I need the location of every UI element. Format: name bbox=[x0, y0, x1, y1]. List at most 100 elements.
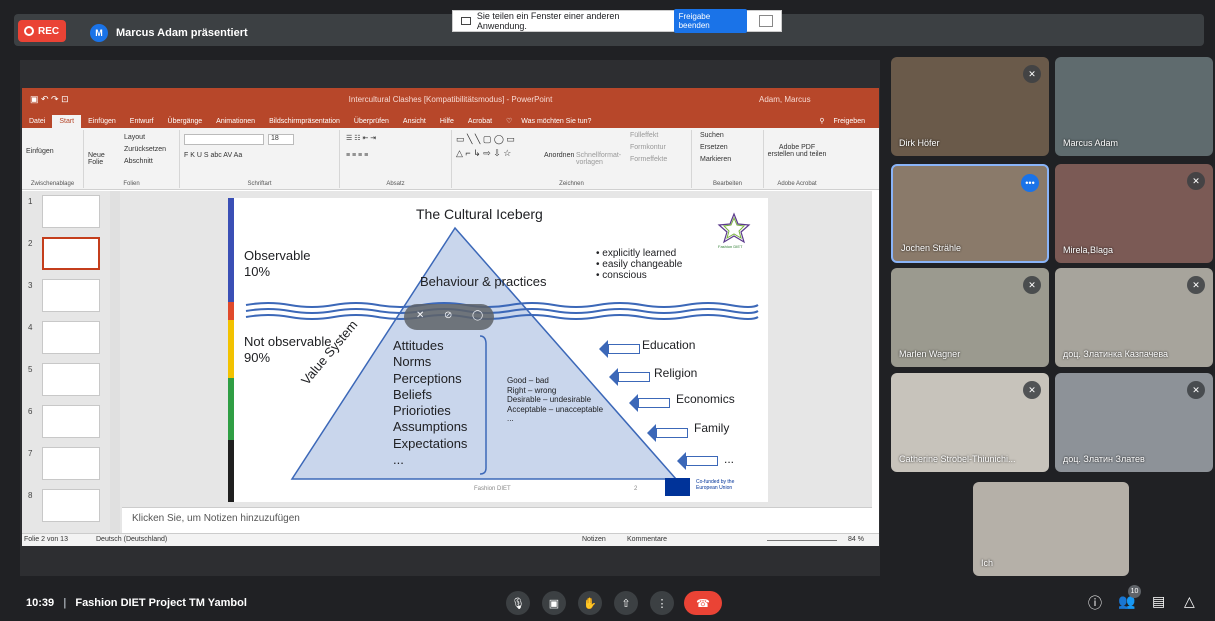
logo-text: Fashion DIET bbox=[718, 244, 743, 249]
participant-tile-active[interactable]: ••• Jochen Strähle bbox=[891, 164, 1049, 263]
minimize-button[interactable] bbox=[759, 15, 774, 27]
quick-styles-button[interactable]: Schnellformat-vorlagen bbox=[576, 152, 621, 166]
group-editing: Suchen Ersetzen Markieren Bearbeiten bbox=[692, 130, 764, 188]
quick-access-toolbar[interactable]: ▣ ↶ ↷ ⊡ bbox=[22, 94, 142, 105]
zoom-level[interactable]: 84 % bbox=[848, 536, 864, 543]
tab-bildschirmpraesentation[interactable]: Bildschirmpräsentation bbox=[262, 115, 347, 128]
camera-button[interactable]: ▣ bbox=[542, 591, 566, 615]
tab-entwurf[interactable]: Entwurf bbox=[123, 115, 161, 128]
tab-ansicht[interactable]: Ansicht bbox=[396, 115, 433, 128]
font-format-buttons[interactable]: F K U S abc AV Aa bbox=[184, 152, 242, 159]
shape-effects-button[interactable]: Formeffekte bbox=[630, 156, 667, 163]
comments-button[interactable]: Kommentare bbox=[627, 536, 667, 543]
shape-outline-button[interactable]: Formkontur bbox=[630, 144, 666, 151]
participant-tile[interactable]: ✕ Marlen Wagner bbox=[891, 268, 1049, 367]
select-button[interactable]: Markieren bbox=[700, 156, 731, 163]
group-acrobat: Adobe PDF erstellen und teilen Adobe Acr… bbox=[766, 144, 828, 187]
stop-sharing-button[interactable]: Freigabe beenden bbox=[673, 9, 748, 33]
slide-thumbnail[interactable] bbox=[42, 195, 100, 228]
slide-page-number: 2 bbox=[634, 486, 638, 492]
self-view-tile[interactable]: Ich bbox=[973, 482, 1129, 576]
present-button[interactable]: ⇧ bbox=[614, 591, 638, 615]
slide-counter: Folie 2 von 13 bbox=[24, 536, 68, 543]
notes-button[interactable]: Notizen bbox=[582, 536, 606, 543]
thumbnail-scrollbar[interactable] bbox=[110, 191, 120, 533]
slide-thumbnail[interactable] bbox=[42, 447, 100, 480]
align-buttons[interactable]: ≡ ≡ ≡ ≡ bbox=[346, 152, 368, 159]
slide-thumbnail[interactable] bbox=[42, 321, 100, 354]
hand-icon: ✋ bbox=[583, 597, 597, 610]
slide-thumbnail[interactable] bbox=[42, 405, 100, 438]
tab-einfuegen[interactable]: Einfügen bbox=[81, 115, 123, 128]
meeting-title: Fashion DIET Project TM Yambol bbox=[75, 597, 247, 609]
tab-start[interactable]: Start bbox=[52, 115, 82, 128]
tell-me-search[interactable]: ♡ Was möchten Sie tun? bbox=[499, 114, 605, 128]
tab-uebergaenge[interactable]: Übergänge bbox=[161, 115, 210, 128]
influence-education: Education bbox=[642, 338, 696, 352]
group-drawing: ▭ ╲ ╲ ▢ ◯ ▭ △ ⌐ ↳ ⇨ ⇩ ☆ Anordnen Schnell… bbox=[452, 130, 692, 188]
pin-off-icon[interactable]: ✕ bbox=[416, 310, 424, 321]
pp-user-name: Adam, Marcus bbox=[759, 94, 811, 104]
shape-fill-button[interactable]: Fülleffekt bbox=[630, 132, 658, 139]
participant-tile[interactable]: ✕ Dirk Höfer bbox=[891, 57, 1049, 156]
participant-tile[interactable]: ✕ доц. Златинка Казпачева bbox=[1055, 268, 1213, 367]
layout-button[interactable]: Layout bbox=[124, 134, 145, 141]
leave-call-button[interactable]: ☎ bbox=[684, 591, 722, 615]
participant-name: Marcus Adam bbox=[1063, 138, 1119, 148]
list-buttons[interactable]: ☰ ☷ ⇤ ⇥ bbox=[346, 134, 376, 142]
paste-button[interactable]: Einfügen bbox=[26, 148, 54, 155]
slide-thumbnail[interactable] bbox=[42, 363, 100, 396]
tab-datei[interactable]: Datei bbox=[22, 115, 52, 128]
arrow-left-icon bbox=[677, 452, 718, 470]
info-icon[interactable]: ⓘ bbox=[1088, 593, 1102, 613]
language-indicator[interactable]: Deutsch (Deutschland) bbox=[96, 536, 167, 543]
slide-thumbnail[interactable] bbox=[42, 279, 100, 312]
slide-thumbnail[interactable] bbox=[42, 489, 100, 522]
arrow-left-icon bbox=[609, 368, 650, 386]
participant-tile[interactable]: Marcus Adam bbox=[1055, 57, 1213, 156]
slide: The Cultural Iceberg Observable 10% Beha… bbox=[228, 198, 768, 502]
reset-button[interactable]: Zurücksetzen bbox=[124, 146, 166, 153]
tab-acrobat[interactable]: Acrobat bbox=[461, 115, 499, 128]
tab-hilfe[interactable]: Hilfe bbox=[433, 115, 461, 128]
font-size-input[interactable]: 18 bbox=[268, 134, 294, 145]
find-button[interactable]: Suchen bbox=[700, 132, 724, 139]
chat-icon[interactable]: ▤ bbox=[1152, 593, 1165, 610]
influence-economics: Economics bbox=[676, 392, 735, 406]
participant-tile[interactable]: ✕ Catherine Strobel-Thiunichi... bbox=[891, 373, 1049, 472]
arrange-button[interactable]: Anordnen bbox=[544, 152, 574, 159]
adobe-pdf-button[interactable]: Adobe PDF erstellen und teilen bbox=[766, 144, 828, 158]
notes-pane[interactable]: Klicken Sie, um Notizen hinzuzufügen bbox=[122, 507, 872, 533]
slide-thumbnail-selected[interactable] bbox=[42, 237, 100, 270]
ribbon: Einfügen Zwischenablage Neue Folie Layou… bbox=[22, 128, 879, 190]
tab-animationen[interactable]: Animationen bbox=[209, 115, 262, 128]
influence-family: Family bbox=[694, 421, 730, 435]
media-controls-overlay[interactable]: ✕ ⊘ ◯ bbox=[404, 304, 494, 330]
fashion-diet-logo-icon bbox=[717, 212, 751, 244]
participant-name: Dirk Höfer bbox=[899, 138, 940, 148]
zoom-slider[interactable] bbox=[767, 540, 837, 541]
shapes-gallery[interactable]: ▭ ╲ ╲ ▢ ◯ ▭ bbox=[456, 134, 515, 145]
shapes-gallery-row2[interactable]: △ ⌐ ↳ ⇨ ⇩ ☆ bbox=[456, 148, 511, 159]
tab-ueberpruefen[interactable]: Überprüfen bbox=[347, 115, 396, 128]
more-icon[interactable]: ◯ bbox=[472, 310, 483, 321]
participant-name: Mirela,Blaga bbox=[1063, 245, 1114, 255]
participant-tile[interactable]: ✕ Mirela,Blaga bbox=[1055, 164, 1213, 263]
participant-name: Marlen Wagner bbox=[899, 349, 961, 359]
participant-tile[interactable]: ✕ доц. Златин Златев bbox=[1055, 373, 1213, 472]
arrow-left-icon bbox=[599, 340, 640, 358]
replace-button[interactable]: Ersetzen bbox=[700, 144, 728, 151]
microphone-button[interactable]: 🎙 bbox=[506, 591, 530, 615]
share-pp-button[interactable]: ⚲ Freigeben bbox=[812, 114, 879, 128]
hangup-icon: ☎ bbox=[696, 597, 710, 610]
activities-icon[interactable]: △ bbox=[1184, 593, 1195, 610]
more-options-button[interactable]: ⋮ bbox=[650, 591, 674, 615]
mic-off-icon: ✕ bbox=[1187, 172, 1205, 190]
mute-icon[interactable]: ⊘ bbox=[444, 310, 452, 321]
font-name-input[interactable] bbox=[184, 134, 264, 145]
new-slide-button[interactable]: Neue Folie bbox=[88, 152, 110, 166]
more-options-icon[interactable]: ••• bbox=[1021, 174, 1039, 192]
section-button[interactable]: Abschnitt bbox=[124, 158, 153, 165]
raise-hand-button[interactable]: ✋ bbox=[578, 591, 602, 615]
observable-bullets: • explicitly learned • easily changeable •… bbox=[596, 248, 683, 281]
